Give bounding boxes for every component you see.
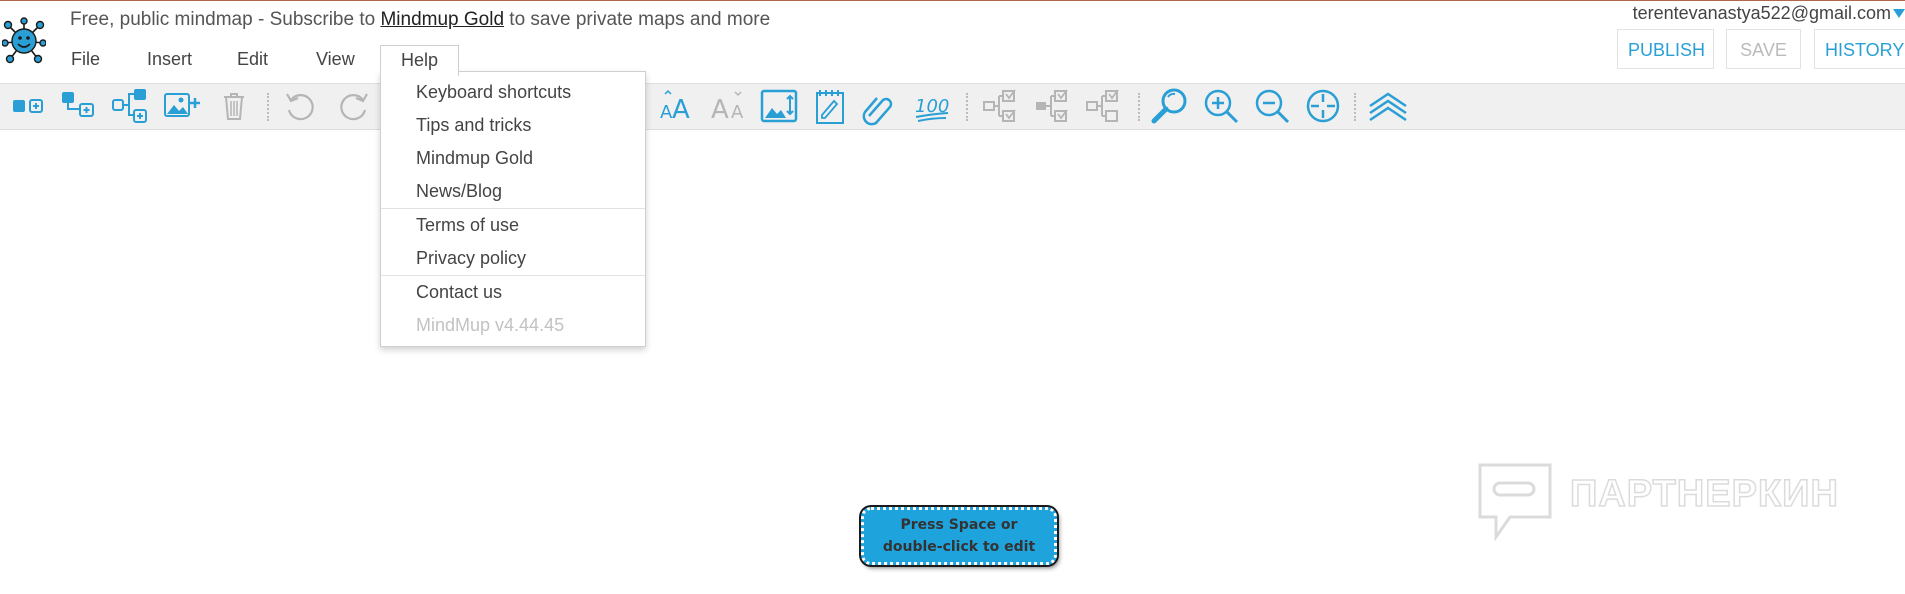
mindmap-root-node[interactable]: Press Space or double-click to edit [861, 507, 1057, 565]
history-button[interactable]: HISTORY [1814, 29, 1905, 69]
mindmup-logo[interactable] [2, 15, 46, 67]
delete-icon[interactable] [214, 86, 254, 126]
mindmup-gold-link[interactable]: Mindmup Gold [380, 9, 504, 30]
menu-item-mindmup-gold[interactable]: Mindmup Gold [381, 142, 645, 175]
menu-item-news-blog[interactable]: News/Blog [381, 175, 645, 208]
menu-help[interactable]: Help [380, 45, 460, 76]
menu-edit[interactable]: Edit [237, 45, 268, 73]
menu-item-keyboard-shortcuts[interactable]: Keyboard shortcuts [381, 76, 645, 109]
title-suffix: to save private maps and more [504, 9, 771, 30]
menu-file[interactable]: File [71, 45, 100, 73]
menu-item-tips[interactable]: Tips and tricks [381, 109, 645, 142]
undo-icon[interactable] [281, 86, 321, 126]
menu-insert[interactable]: Insert [147, 45, 192, 73]
menu-item-contact[interactable]: Contact us [381, 276, 645, 309]
watermark-text: ПАРТНЕРКИН [1569, 472, 1839, 516]
svg-text:A: A [672, 95, 690, 125]
notes-icon[interactable] [810, 86, 850, 126]
add-sibling-node-icon[interactable] [59, 86, 99, 126]
search-icon[interactable] [1150, 86, 1190, 126]
link-icon[interactable] [861, 86, 901, 126]
add-parent-node-icon[interactable] [110, 86, 150, 126]
collapse-icon[interactable] [1368, 86, 1408, 126]
watermark-chat-icon [1478, 463, 1552, 542]
account-dropdown-caret-icon[interactable] [1893, 9, 1905, 18]
menu-item-terms[interactable]: Terms of use [381, 209, 645, 242]
title-prefix: Free, public mindmap - Subscribe to [70, 9, 381, 30]
add-child-node-icon[interactable] [10, 86, 50, 126]
progress-2-icon[interactable] [1033, 86, 1073, 126]
progress-1-icon[interactable] [981, 86, 1021, 126]
account-email[interactable]: terentevanastya522@gmail.com [1633, 3, 1891, 24]
menu-item-version: MindMup v4.44.45 [416, 315, 565, 335]
decrease-font-icon[interactable]: AA [709, 86, 749, 126]
page-title: Free, public mindmap - Subscribe to Mind… [70, 9, 770, 31]
progress-icon[interactable]: 100 [912, 86, 952, 126]
watermark: ПАРТНЕРКИН [1476, 461, 1856, 543]
toolbar: AA AA 100 [0, 83, 1905, 130]
svg-text:A: A [711, 95, 729, 125]
progress-3-icon[interactable] [1084, 86, 1124, 126]
menu-item-privacy[interactable]: Privacy policy [381, 242, 645, 275]
center-icon[interactable] [1303, 86, 1343, 126]
zoom-out-icon[interactable] [1252, 86, 1292, 126]
zoom-in-icon[interactable] [1201, 86, 1241, 126]
increase-font-icon[interactable]: AA [658, 86, 698, 126]
add-image-icon[interactable] [162, 86, 202, 126]
resize-image-icon[interactable] [759, 86, 799, 126]
menu-view[interactable]: View [316, 45, 355, 73]
publish-button[interactable]: PUBLISH [1617, 29, 1714, 69]
redo-icon[interactable] [333, 86, 373, 126]
save-button[interactable]: SAVE [1726, 29, 1801, 69]
svg-text:A: A [731, 102, 744, 123]
help-dropdown: Keyboard shortcuts Tips and tricks Mindm… [380, 71, 646, 347]
